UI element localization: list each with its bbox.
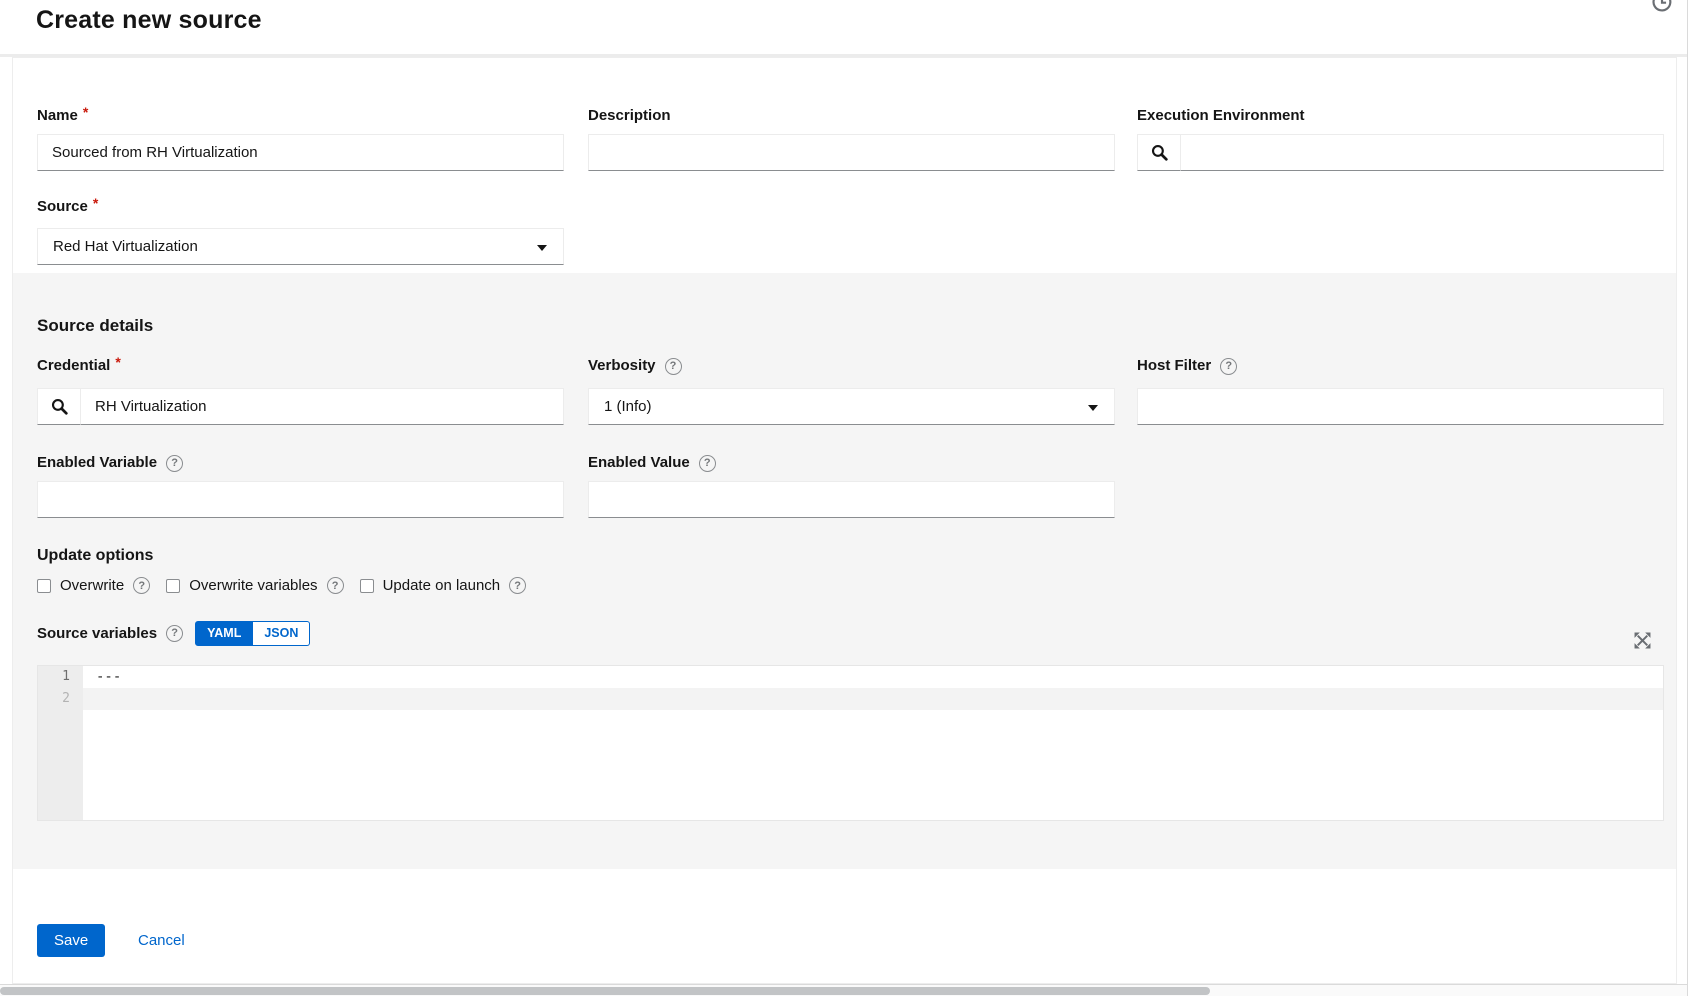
enabled-value-input[interactable]	[588, 481, 1115, 518]
help-icon[interactable]: ?	[326, 577, 344, 594]
update-options-checkboxes: Overwrite ? Overwrite variables ? Update…	[37, 577, 527, 594]
editor-line-number-gutter: 1 2	[38, 666, 83, 820]
help-icon[interactable]: ?	[166, 454, 184, 472]
help-icon[interactable]: ?	[698, 454, 716, 472]
verbosity-select[interactable]: 1 (Info)	[588, 388, 1115, 425]
source-details-heading: Source details	[37, 316, 154, 335]
execution-environment-label: Execution Environment	[1137, 107, 1305, 124]
line-number: 2	[62, 691, 70, 706]
overwrite-checkbox[interactable]	[37, 578, 51, 593]
horizontal-scrollbar[interactable]	[0, 984, 1687, 996]
page-title: Create new source	[36, 6, 262, 34]
execution-environment-input[interactable]	[1181, 134, 1664, 171]
help-icon[interactable]: ?	[664, 357, 682, 375]
overwrite-variables-checkbox[interactable]	[166, 578, 181, 593]
name-label: Name *	[37, 104, 89, 124]
create-source-page: Create new source Name * Description Exec…	[0, 0, 1698, 996]
help-icon[interactable]: ?	[509, 577, 527, 594]
required-asterisk: *	[115, 354, 121, 370]
overwrite-variables-option: Overwrite variables ?	[166, 577, 344, 594]
help-icon[interactable]: ?	[133, 577, 151, 594]
format-toggle: YAML JSON	[195, 620, 311, 646]
description-input[interactable]	[588, 134, 1115, 171]
execution-environment-search-button[interactable]	[1137, 134, 1181, 171]
search-icon	[51, 398, 68, 415]
help-icon[interactable]: ?	[1220, 357, 1238, 375]
search-icon	[1151, 144, 1168, 161]
enabled-value-label: Enabled Value ?	[588, 454, 716, 472]
horizontal-scrollbar-thumb[interactable]	[0, 987, 1210, 995]
name-input[interactable]	[37, 134, 564, 171]
enabled-variable-input[interactable]	[37, 481, 564, 518]
cancel-button[interactable]: Cancel	[138, 932, 185, 949]
required-asterisk: *	[82, 104, 89, 120]
credential-search-button[interactable]	[37, 388, 81, 425]
source-label: Source *	[37, 195, 99, 215]
update-on-launch-checkbox[interactable]	[359, 578, 374, 593]
expand-icon[interactable]	[1634, 632, 1651, 649]
credential-label: Credential *	[37, 354, 121, 374]
code-line[interactable]: ---	[83, 666, 1663, 688]
execution-environment-lookup	[1137, 134, 1664, 171]
vertical-scrollbar[interactable]	[1687, 0, 1698, 996]
source-select[interactable]: Red Hat Virtualization	[37, 228, 564, 265]
code-line[interactable]	[83, 688, 1663, 710]
enabled-variable-label: Enabled Variable ?	[37, 454, 184, 472]
caret-down-icon	[1088, 405, 1098, 411]
help-icon[interactable]: ?	[166, 624, 184, 642]
yaml-toggle-button[interactable]: YAML	[195, 620, 254, 646]
history-icon[interactable]	[1650, 0, 1674, 14]
host-filter-input[interactable]	[1137, 388, 1664, 425]
credential-input[interactable]	[81, 388, 564, 425]
credential-lookup	[37, 388, 564, 425]
description-label: Description	[588, 107, 671, 124]
form-card: Name * Description Execution Environment …	[12, 57, 1677, 984]
update-options-heading: Update options	[37, 547, 154, 564]
json-toggle-button[interactable]: JSON	[253, 620, 311, 646]
overwrite-option: Overwrite ?	[37, 577, 151, 594]
source-variables-editor[interactable]: 1 2 ---	[37, 665, 1664, 821]
source-variables-label: Source variables	[37, 624, 158, 642]
host-filter-label: Host Filter ?	[1137, 357, 1238, 375]
caret-down-icon	[537, 245, 547, 251]
update-on-launch-option: Update on launch ?	[359, 577, 527, 594]
save-button[interactable]: Save	[37, 924, 106, 957]
source-variables-row: Source variables ? YAML JSON	[37, 620, 311, 646]
editor-content[interactable]: ---	[83, 666, 1663, 710]
required-asterisk: *	[92, 195, 99, 211]
verbosity-label: Verbosity ?	[588, 357, 682, 375]
line-number: 1	[62, 669, 70, 684]
